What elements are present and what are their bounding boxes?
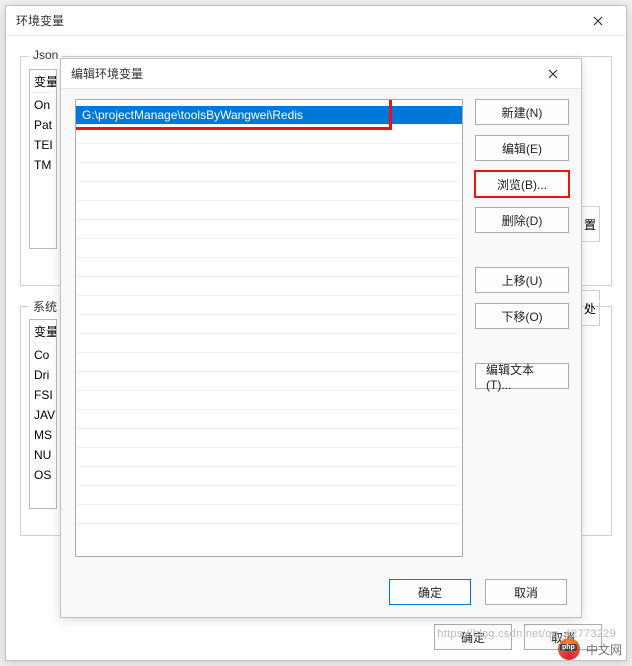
path-row-empty[interactable] [76, 505, 462, 524]
list-item[interactable]: JAV [34, 405, 52, 425]
move-down-button[interactable]: 下移(O) [475, 303, 569, 329]
close-icon[interactable] [578, 7, 618, 35]
path-row-empty[interactable] [76, 410, 462, 429]
col-header: 变量 [34, 322, 52, 343]
path-row-empty[interactable] [76, 448, 462, 467]
col-header: 变量 [34, 72, 52, 93]
path-row-empty[interactable] [76, 372, 462, 391]
delete-button[interactable]: 删除(D) [475, 207, 569, 233]
list-item[interactable]: TEI [34, 135, 52, 155]
close-icon[interactable] [533, 60, 573, 88]
user-vars-list[interactable]: 变量 On Pat TEI TM [29, 69, 57, 249]
path-row-empty[interactable] [76, 353, 462, 372]
dialog-title: 编辑环境变量 [71, 65, 143, 82]
path-row-empty[interactable] [76, 201, 462, 220]
dialog-titlebar: 编辑环境变量 [61, 59, 581, 89]
list-item[interactable]: Co [34, 345, 52, 365]
browse-button[interactable]: 浏览(B)... [475, 171, 569, 197]
path-list[interactable]: G:\projectManage\toolsByWangwei\Redis [75, 99, 463, 557]
env-vars-titlebar: 环境变量 [6, 6, 626, 36]
user-vars-group-label: Json [29, 48, 62, 62]
path-row-empty[interactable] [76, 315, 462, 334]
path-row-empty[interactable] [76, 277, 462, 296]
dialog-bottom-buttons: 确定 取消 [389, 579, 567, 605]
side-fragment: 置 [580, 206, 600, 242]
env-vars-title: 环境变量 [16, 12, 64, 29]
list-item[interactable]: TM [34, 155, 52, 175]
move-up-button[interactable]: 上移(U) [475, 267, 569, 293]
edit-env-var-dialog: 编辑环境变量 G:\projectManage\toolsByWangwei\R… [60, 58, 582, 618]
list-item[interactable]: MS [34, 425, 52, 445]
list-item[interactable]: Dri [34, 365, 52, 385]
list-item[interactable]: NU [34, 445, 52, 465]
new-button[interactable]: 新建(N) [475, 99, 569, 125]
path-row-empty[interactable] [76, 467, 462, 486]
edit-text-button[interactable]: 编辑文本(T)... [475, 363, 569, 389]
path-row-empty[interactable] [76, 391, 462, 410]
path-row-empty[interactable] [76, 144, 462, 163]
list-item[interactable]: On [34, 95, 52, 115]
edit-button[interactable]: 编辑(E) [475, 135, 569, 161]
dialog-side-buttons: 新建(N) 编辑(E) 浏览(B)... 删除(D) 上移(U) 下移(O) 编… [475, 99, 569, 557]
path-row-empty[interactable] [76, 486, 462, 505]
path-row-empty[interactable] [76, 334, 462, 353]
list-item[interactable]: OS [34, 465, 52, 485]
side-fragment: 处 [580, 290, 600, 326]
path-row-empty[interactable] [76, 182, 462, 201]
list-item[interactable]: Pat [34, 115, 52, 135]
path-row-selected[interactable]: G:\projectManage\toolsByWangwei\Redis [76, 106, 462, 125]
env-bottom-buttons: 确定 取消 [434, 624, 602, 650]
path-row-empty[interactable] [76, 429, 462, 448]
path-row-empty[interactable] [76, 220, 462, 239]
ok-button[interactable]: 确定 [434, 624, 512, 650]
list-item[interactable]: FSI [34, 385, 52, 405]
path-row-empty[interactable] [76, 258, 462, 277]
ok-button[interactable]: 确定 [389, 579, 471, 605]
path-row-empty[interactable] [76, 163, 462, 182]
system-vars-group-label: 系统 [29, 298, 61, 315]
system-vars-list[interactable]: 变量 Co Dri FSI JAV MS NU OS [29, 319, 57, 509]
path-row-empty[interactable] [76, 239, 462, 258]
cancel-button[interactable]: 取消 [524, 624, 602, 650]
cancel-button[interactable]: 取消 [485, 579, 567, 605]
path-row-empty[interactable] [76, 296, 462, 315]
path-row-empty[interactable] [76, 125, 462, 144]
